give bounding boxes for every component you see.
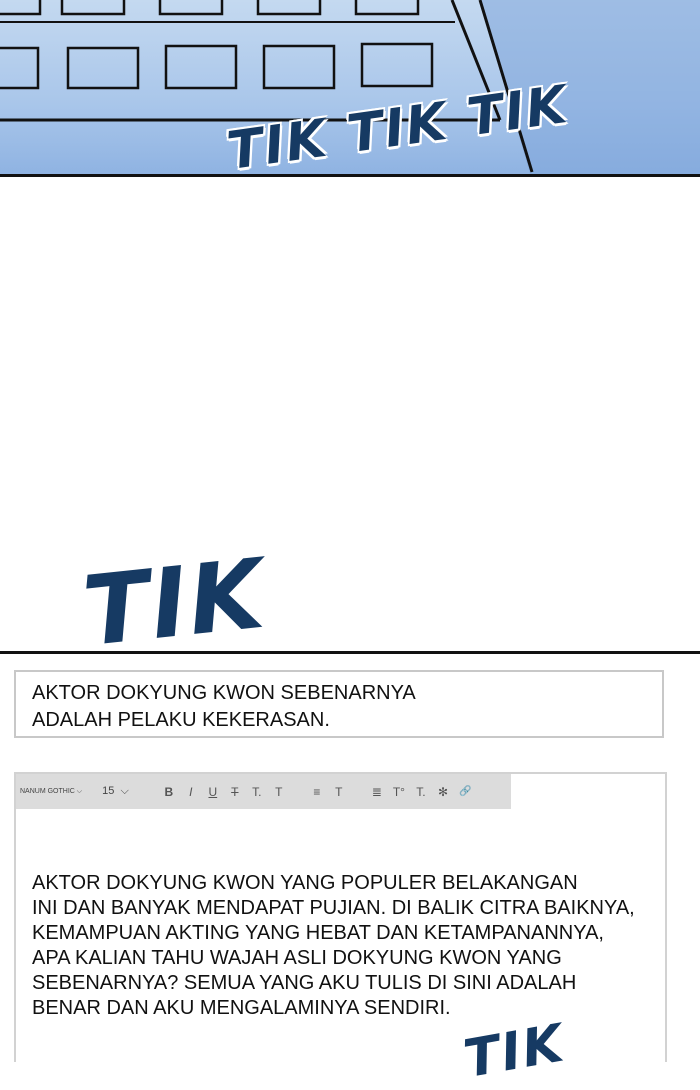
font-size-label: 15 [102, 785, 115, 797]
body-line: SEBENARNYA? SEMUA YANG AKU TULIS DI SINI… [32, 972, 577, 994]
chevron-down-icon: ⌵ [120, 785, 129, 797]
line-spacing-button[interactable]: ≣ [371, 785, 383, 799]
post-title-line: AKTOR DOKYUNG KWON SEBENARNYA [32, 682, 416, 704]
post-editor[interactable]: NANUM GOTHIC ⌵ 15 ⌵ B I U T T. T ≡ T ≣ T… [14, 772, 667, 1062]
text-background-button[interactable]: T [273, 785, 285, 799]
italic-button[interactable]: I [185, 785, 197, 799]
body-line: INI DAN BANYAK MENDAPAT PUJIAN. DI BALIK… [32, 897, 635, 919]
body-line: AKTOR DOKYUNG KWON YANG POPULER BELAKANG… [32, 872, 578, 894]
body-line: KEMAMPUAN AKTING YANG HEBAT DAN KETAMPAN… [32, 922, 604, 944]
body-line: APA KALIAN TAHU WAJAH ASLI DOKYUNG KWON … [32, 947, 562, 969]
font-select[interactable]: NANUM GOTHIC ⌵ [20, 788, 82, 796]
bold-button[interactable]: B [163, 785, 175, 799]
editor-toolbar: NANUM GOTHIC ⌵ 15 ⌵ B I U T T. T ≡ T ≣ T… [16, 774, 511, 809]
chevron-down-icon: ⌵ [76, 787, 83, 795]
editor-body[interactable]: AKTOR DOKYUNG KWON YANG POPULER BELAKANG… [16, 809, 665, 1021]
text-color-button[interactable]: T. [251, 785, 263, 799]
link-icon[interactable]: 🔗 [459, 786, 471, 797]
strikethrough-button[interactable]: T [229, 785, 241, 799]
post-title-line: ADALAH PELAKU KEKERASAN. [32, 709, 330, 731]
font-size-select[interactable]: 15 ⌵ [102, 785, 129, 798]
subscript-button[interactable]: T. [415, 785, 427, 799]
superscript-button[interactable]: T° [393, 785, 405, 799]
special-character-button[interactable]: ✻ [437, 785, 449, 799]
underline-button[interactable]: U [207, 785, 219, 799]
post-title-field[interactable]: AKTOR DOKYUNG KWON SEBENARNYA ADALAH PEL… [14, 670, 664, 738]
align-text-button[interactable]: T [333, 785, 345, 799]
align-button[interactable]: ≡ [311, 785, 323, 799]
font-select-label: NANUM GOTHIC [20, 787, 75, 795]
sound-effect-middle: TIK [78, 537, 271, 668]
